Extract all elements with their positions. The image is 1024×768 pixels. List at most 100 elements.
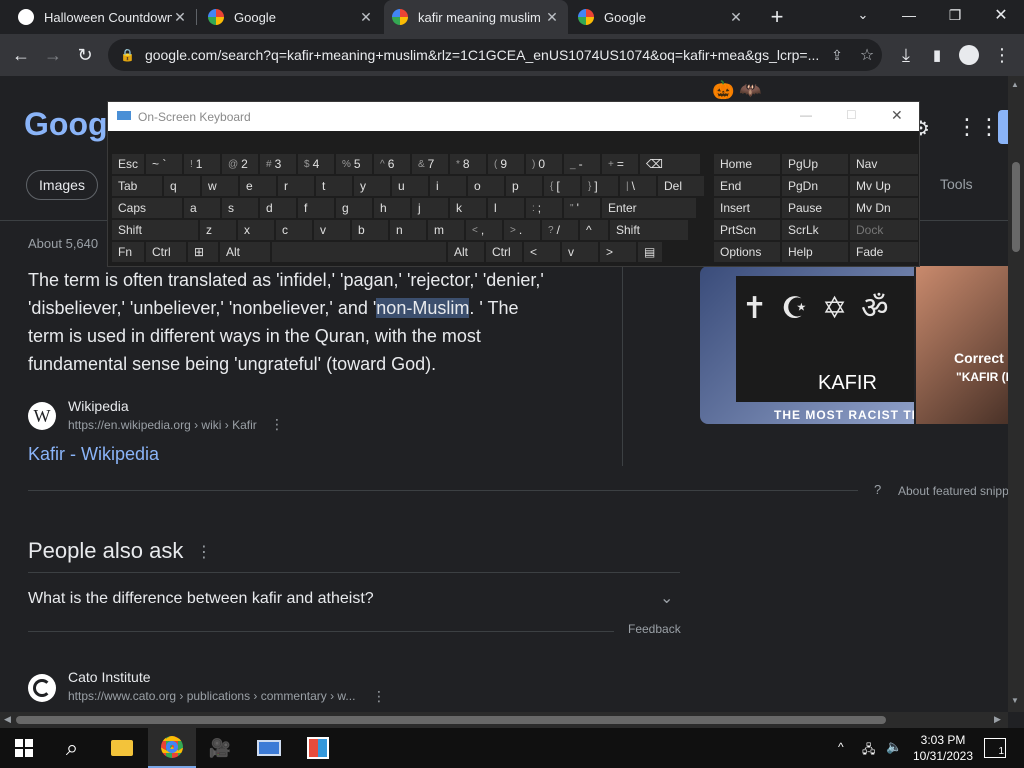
source-name[interactable]: Wikipedia: [68, 398, 129, 414]
horizontal-scrollbar[interactable]: ◀ ▶: [0, 712, 1008, 728]
osk-close-icon[interactable]: ✕: [891, 107, 903, 124]
osk-key[interactable]: <: [524, 242, 560, 262]
result-title-link[interactable]: Kafir - Wikipedia: [28, 444, 159, 465]
osk-key[interactable]: (9: [488, 154, 524, 174]
osk-key[interactable]: v: [562, 242, 598, 262]
osk-key[interactable]: ) 0: [526, 154, 562, 174]
horizontal-scroll-thumb[interactable]: [16, 716, 886, 724]
file-explorer-icon[interactable]: [98, 728, 146, 768]
osk-nav-key[interactable]: Help: [782, 242, 848, 262]
source-url[interactable]: https://en.wikipedia.org › wiki › Kafir: [68, 418, 257, 432]
osk-key[interactable]: s: [222, 198, 258, 218]
osk-key[interactable]: {[: [544, 176, 580, 196]
osk-key[interactable]: <,: [466, 220, 502, 240]
clock[interactable]: 3:03 PM 10/31/2023: [904, 732, 982, 764]
osk-key[interactable]: * 8: [450, 154, 486, 174]
minimize-icon[interactable]: —: [896, 2, 922, 28]
osk-minimize-icon[interactable]: —: [800, 108, 812, 122]
app-grid-taskbar-icon[interactable]: [294, 728, 342, 768]
osk-key[interactable]: d: [260, 198, 296, 218]
osk-nav-key[interactable]: Mv Dn: [850, 198, 918, 218]
osk-key[interactable]: h: [374, 198, 410, 218]
osk-nav-key[interactable]: PgUp: [782, 154, 848, 174]
result-site-url[interactable]: https://www.cato.org › publications › co…: [68, 689, 355, 703]
reload-icon[interactable]: ↻: [72, 42, 98, 68]
osk-key[interactable]: Shift: [112, 220, 198, 240]
osk-nav-key[interactable]: Home: [714, 154, 780, 174]
tab-google-1[interactable]: Google ✕: [200, 0, 382, 34]
featured-image[interactable]: ✝☪✡ॐ KAFIR THE MOST RACIST TE: [700, 266, 914, 424]
osk-key[interactable]: ^ 6: [374, 154, 410, 174]
close-tab-icon[interactable]: ✕: [172, 9, 188, 26]
osk-key[interactable]: Del: [658, 176, 704, 196]
profile-avatar-icon[interactable]: [956, 42, 982, 68]
osk-key[interactable]: Shift: [610, 220, 688, 240]
osk-key[interactable]: Caps: [112, 198, 182, 218]
osk-key[interactable]: " ': [564, 198, 600, 218]
paa-question[interactable]: What is the difference between kafir and…: [28, 590, 374, 608]
osk-key[interactable]: f: [298, 198, 334, 218]
bookmark-star-icon[interactable]: ☆: [852, 45, 882, 65]
osk-nav-key[interactable]: End: [714, 176, 780, 196]
osk-key[interactable]: Tab: [112, 176, 162, 196]
osk-key[interactable]: p: [506, 176, 542, 196]
osk-key[interactable]: l: [488, 198, 524, 218]
close-tab-icon[interactable]: ✕: [728, 9, 744, 26]
osk-key[interactable]: @2: [222, 154, 258, 174]
osk-key[interactable]: + =: [602, 154, 638, 174]
osk-nav-key[interactable]: Pause: [782, 198, 848, 218]
osk-key[interactable]: #3: [260, 154, 296, 174]
osk-key[interactable]: c: [276, 220, 312, 240]
scroll-right-icon[interactable]: ▶: [994, 714, 1001, 725]
osk-key[interactable]: $4: [298, 154, 334, 174]
osk-title-bar[interactable]: On-Screen Keyboard — ☐ ✕: [108, 102, 919, 131]
osk-key[interactable]: >.: [504, 220, 540, 240]
network-icon[interactable]: 🖧: [862, 740, 875, 761]
osk-key[interactable]: Enter: [602, 198, 696, 218]
osk-key[interactable]: ⊞: [188, 242, 218, 262]
chrome-taskbar-icon[interactable]: [148, 728, 196, 768]
osk-key[interactable]: ^: [580, 220, 608, 240]
osk-key[interactable]: b: [352, 220, 388, 240]
remote-desktop-icon[interactable]: [245, 728, 293, 768]
sign-in-button[interactable]: [998, 110, 1008, 144]
osk-key[interactable]: ! 1: [184, 154, 220, 174]
chrome-menu-icon[interactable]: ⋮: [989, 42, 1015, 68]
new-tab-icon[interactable]: +: [764, 4, 790, 30]
osk-key[interactable]: w: [202, 176, 238, 196]
result-site-name[interactable]: Cato Institute: [68, 669, 151, 685]
vertical-scroll-thumb[interactable]: [1012, 162, 1020, 252]
osk-key[interactable]: [272, 242, 446, 262]
osk-key[interactable]: % 5: [336, 154, 372, 174]
osk-key[interactable]: m: [428, 220, 464, 240]
osk-nav-key[interactable]: Dock: [850, 220, 918, 240]
osk-key[interactable]: g: [336, 198, 372, 218]
tools-button[interactable]: Tools: [940, 176, 973, 192]
side-panel-icon[interactable]: ▮: [924, 42, 950, 68]
close-tab-icon[interactable]: ✕: [358, 9, 374, 26]
scroll-up-icon[interactable]: ▲: [1011, 80, 1019, 89]
tab-search-chevron-icon[interactable]: ⌄: [850, 2, 876, 28]
result-options-icon[interactable]: ⋮: [270, 416, 284, 433]
osk-key[interactable]: Esc: [112, 154, 144, 174]
osk-key[interactable]: ? /: [542, 220, 578, 240]
osk-key[interactable]: o: [468, 176, 504, 196]
expand-chevron-icon[interactable]: ⌄: [660, 588, 673, 608]
tray-chevron-icon[interactable]: ^: [838, 740, 844, 754]
osk-nav-key[interactable]: PrtScn: [714, 220, 780, 240]
forward-arrow-icon[interactable]: →: [40, 42, 66, 68]
featured-image-2[interactable]: Correct "KAFIR (I: [916, 266, 1008, 424]
osk-key[interactable]: Ctrl: [486, 242, 522, 262]
osk-key[interactable]: ▤: [638, 242, 662, 262]
osk-key[interactable]: v: [314, 220, 350, 240]
clipchamp-icon[interactable]: 🎥: [196, 728, 244, 768]
osk-key[interactable]: j: [412, 198, 448, 218]
osk-nav-key[interactable]: Options: [714, 242, 780, 262]
osk-key[interactable]: u: [392, 176, 428, 196]
osk-key[interactable]: Alt: [220, 242, 270, 262]
osk-key[interactable]: z: [200, 220, 236, 240]
search-icon[interactable]: ⌕: [48, 728, 96, 768]
notification-center-icon[interactable]: 1: [984, 738, 1006, 758]
feedback-link[interactable]: Feedback: [628, 622, 681, 636]
scroll-down-icon[interactable]: ▼: [1011, 696, 1019, 705]
